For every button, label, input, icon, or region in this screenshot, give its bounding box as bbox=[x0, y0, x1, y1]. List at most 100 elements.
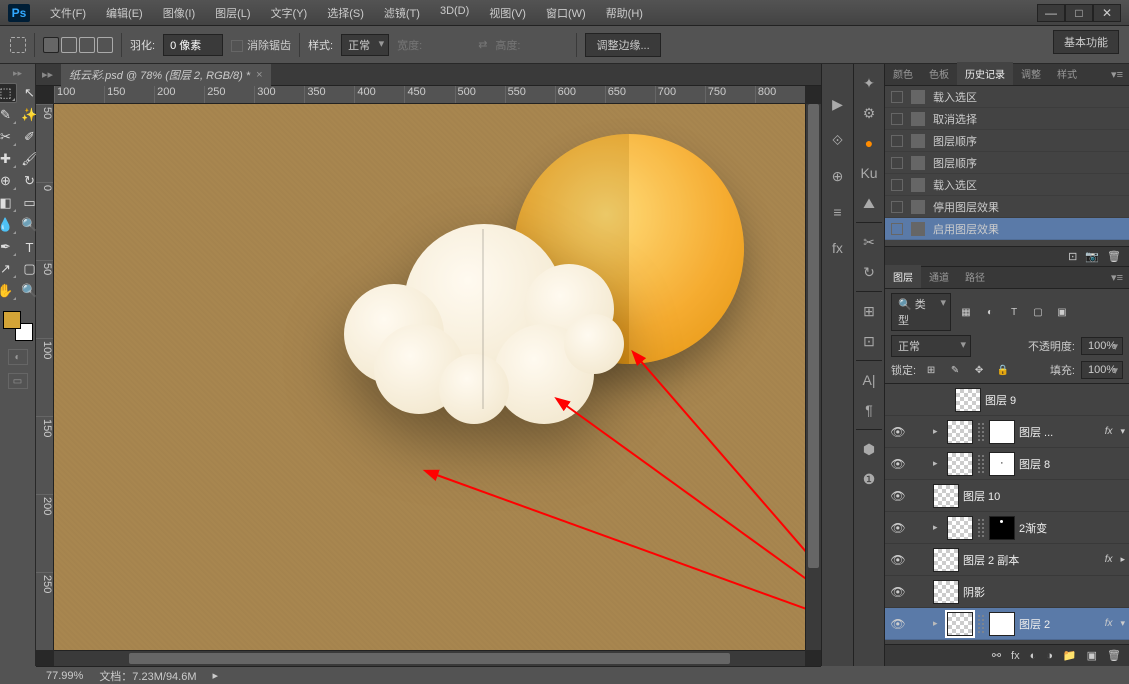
visibility-icon[interactable]: 👁 bbox=[889, 617, 907, 631]
history-item[interactable]: 图层顺序 bbox=[885, 130, 1129, 152]
filter-type-icon[interactable]: T bbox=[1005, 305, 1023, 319]
grid2-icon[interactable]: ⊡ bbox=[857, 329, 881, 353]
feather-input[interactable]: 0 像素 bbox=[163, 34, 223, 56]
delete-layer-icon[interactable]: 🗑 bbox=[1107, 649, 1121, 662]
lock-all-icon[interactable]: 🔒 bbox=[994, 363, 1012, 377]
hand-tool[interactable]: ✋ bbox=[0, 281, 17, 301]
tab-channels[interactable]: 通道 bbox=[921, 265, 957, 288]
layer-row[interactable]: 图层 9 bbox=[885, 384, 1129, 416]
layer-row[interactable]: 👁阴影 bbox=[885, 576, 1129, 608]
tool-preset-icon[interactable] bbox=[10, 37, 26, 53]
histogram-icon[interactable]: ⛰ bbox=[857, 191, 881, 215]
lock-paint-icon[interactable]: ✎ bbox=[946, 363, 964, 377]
status-flyout-icon[interactable]: ▸ bbox=[213, 669, 219, 682]
visibility-icon[interactable]: 👁 bbox=[889, 521, 907, 535]
workspace-switcher[interactable]: 基本功能 bbox=[1053, 30, 1119, 54]
menu-layer[interactable]: 图层(L) bbox=[207, 2, 258, 24]
lasso-tool[interactable]: ✎ bbox=[0, 105, 17, 125]
filter-pixel-icon[interactable]: ▦ bbox=[957, 305, 975, 319]
zoom-level[interactable]: 77.99% bbox=[46, 670, 83, 682]
visibility-icon[interactable]: 👁 bbox=[889, 425, 907, 439]
history-item[interactable]: 图层顺序 bbox=[885, 152, 1129, 174]
visibility-icon[interactable]: 👁 bbox=[889, 553, 907, 567]
filter-shape-icon[interactable]: ▢ bbox=[1029, 305, 1047, 319]
history-item[interactable]: 停用图层效果 bbox=[885, 196, 1129, 218]
menu-edit[interactable]: 编辑(E) bbox=[98, 2, 151, 24]
fill-input[interactable]: 100% bbox=[1081, 361, 1123, 379]
layer-row-selected[interactable]: 👁▸图层 2fx▾ bbox=[885, 608, 1129, 640]
horizontal-ruler[interactable]: 1001502002503003504004505005506006507007… bbox=[54, 86, 805, 104]
filter-adjust-icon[interactable]: ◐ bbox=[981, 305, 999, 319]
layer-row[interactable]: 👁图层 10 bbox=[885, 480, 1129, 512]
paragraph2-icon[interactable]: ¶ bbox=[857, 398, 881, 422]
foreground-color[interactable] bbox=[3, 311, 21, 329]
visibility-icon[interactable]: 👁 bbox=[889, 585, 907, 599]
close-button[interactable]: ✕ bbox=[1093, 4, 1121, 22]
snapshot-icon[interactable]: ⊡ bbox=[1068, 250, 1077, 263]
paragraph-icon[interactable]: ≡ bbox=[826, 200, 850, 224]
camera-icon[interactable]: 📷 bbox=[1085, 250, 1099, 263]
scissors-icon[interactable]: ✂ bbox=[857, 230, 881, 254]
history-item-selected[interactable]: 启用图层效果 bbox=[885, 218, 1129, 240]
layer-row[interactable]: 👁▸图层 ... fx▾ bbox=[885, 416, 1129, 448]
3d-icon[interactable]: ⬢ bbox=[857, 437, 881, 461]
layer-mask-icon[interactable]: ◐ bbox=[1030, 650, 1037, 662]
menu-window[interactable]: 窗口(W) bbox=[538, 2, 594, 24]
document-tab-close[interactable]: × bbox=[256, 69, 262, 81]
blend-mode-dropdown[interactable]: 正常 bbox=[891, 335, 971, 357]
menu-file[interactable]: 文件(F) bbox=[42, 2, 94, 24]
group-icon[interactable]: 📁 bbox=[1063, 649, 1077, 662]
tab-flyout-icon[interactable]: ▸▸ bbox=[42, 68, 53, 81]
lock-trans-icon[interactable]: ⊞ bbox=[922, 363, 940, 377]
layer-list[interactable]: 图层 9 👁▸图层 ... fx▾ 👁▸·图层 8 👁图层 10 👁▸2渐变 👁… bbox=[885, 384, 1129, 644]
play-icon[interactable]: ▶ bbox=[826, 92, 850, 116]
document-info[interactable]: 文档：7.23M/94.6M bbox=[99, 668, 196, 684]
pen-tool[interactable]: ✒ bbox=[0, 237, 17, 257]
info-icon[interactable]: ❶ bbox=[857, 467, 881, 491]
lock-pos-icon[interactable]: ✥ bbox=[970, 363, 988, 377]
horizontal-scrollbar[interactable] bbox=[54, 650, 805, 666]
menu-view[interactable]: 视图(V) bbox=[481, 2, 534, 24]
gear-icon[interactable]: ⚙ bbox=[857, 101, 881, 125]
screenmode-icon[interactable]: ▭ bbox=[8, 373, 28, 389]
tab-history[interactable]: 历史记录 bbox=[957, 62, 1013, 85]
filter-smart-icon[interactable]: ▣ bbox=[1053, 305, 1071, 319]
crop-tool[interactable]: ✂ bbox=[0, 127, 17, 147]
tab-styles[interactable]: 样式 bbox=[1049, 62, 1085, 85]
intersect-selection-icon[interactable] bbox=[97, 37, 113, 53]
new-layer-icon[interactable]: ▣ bbox=[1087, 649, 1097, 662]
path-tool[interactable]: ↗ bbox=[0, 259, 17, 279]
menu-image[interactable]: 图像(I) bbox=[155, 2, 203, 24]
maximize-button[interactable]: □ bbox=[1065, 4, 1093, 22]
eraser-tool[interactable]: ◧ bbox=[0, 193, 17, 213]
grid1-icon[interactable]: ⊞ bbox=[857, 299, 881, 323]
history-list[interactable]: 载入选区 取消选择 图层顺序 图层顺序 载入选区 停用图层效果 启用图层效果 bbox=[885, 86, 1129, 246]
refresh-icon[interactable]: ↻ bbox=[857, 260, 881, 284]
styles-icon[interactable]: fx bbox=[826, 236, 850, 260]
panel-menu-icon[interactable]: ▾≡ bbox=[1105, 64, 1129, 85]
color-swatches[interactable] bbox=[3, 311, 33, 341]
menu-select[interactable]: 选择(S) bbox=[319, 2, 372, 24]
kuler-icon[interactable]: Ku bbox=[857, 161, 881, 185]
layers-menu-icon[interactable]: ▾≡ bbox=[1105, 267, 1129, 288]
stamp-tool[interactable]: ⊕ bbox=[0, 171, 17, 191]
menu-3d[interactable]: 3D(D) bbox=[432, 2, 477, 24]
nav-icon[interactable]: ✦ bbox=[857, 71, 881, 95]
filter-kind-dropdown[interactable]: 🔍 类型 bbox=[891, 293, 951, 331]
quickmask-icon[interactable]: ◐ bbox=[8, 349, 28, 365]
subtract-selection-icon[interactable] bbox=[79, 37, 95, 53]
toolbox-flyout-icon[interactable]: ▸▸ bbox=[13, 68, 22, 79]
history-item[interactable]: 载入选区 bbox=[885, 86, 1129, 108]
history-item[interactable]: 载入选区 bbox=[885, 174, 1129, 196]
layer-fx-icon[interactable]: fx bbox=[1011, 650, 1020, 662]
tab-swatches[interactable]: 色板 bbox=[921, 62, 957, 85]
minimize-button[interactable]: — bbox=[1037, 4, 1065, 22]
tab-layers[interactable]: 图层 bbox=[885, 265, 921, 288]
layer-row[interactable]: 👁▸2渐变 bbox=[885, 512, 1129, 544]
vertical-scrollbar[interactable] bbox=[805, 104, 821, 650]
layer-row[interactable]: 👁▸图层 4 ... bbox=[885, 640, 1129, 644]
canvas[interactable] bbox=[54, 104, 805, 650]
refine-edge-button[interactable]: 调整边缘... bbox=[585, 33, 660, 57]
visibility-icon[interactable]: 👁 bbox=[889, 489, 907, 503]
clone-source-icon[interactable]: ⊕ bbox=[826, 164, 850, 188]
